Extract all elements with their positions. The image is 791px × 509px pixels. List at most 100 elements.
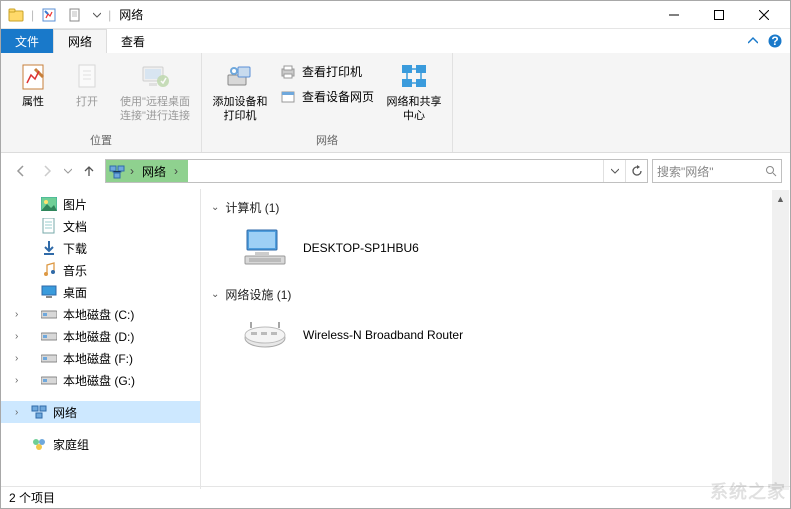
download-icon [41,240,57,256]
group-network-label: 网络 [316,130,338,150]
rdp-icon [139,61,171,93]
rdp-label: 使用"远程桌面连接"进行连接 [119,95,191,123]
chevron-right-icon[interactable]: › [15,375,27,386]
add-device-icon [224,61,256,93]
tree-item-pictures[interactable]: 图片 [1,193,200,215]
document-icon [41,218,57,234]
window-title: 网络 [119,6,143,23]
navigation-bar: › 网络 › 搜索"网络" [1,153,790,189]
open-button[interactable]: 打开 [63,57,111,113]
add-device-button[interactable]: 添加设备和打印机 [210,57,270,127]
device-page-icon [280,89,296,105]
title-bar: | | 网络 [1,1,790,29]
ribbon-body: 属性 打开 使用"远程桌面连接"进行连接 位置 添加设备和打印机 查看打印机 [1,53,790,153]
tree-item-documents[interactable]: 文档 [1,215,200,237]
group-infrastructure-label: 网络设施 (1) [225,286,291,303]
view-printers-button[interactable]: 查看打印机 [276,61,378,82]
group-computers-label: 计算机 (1) [225,199,279,216]
network-center-label: 网络和共享中心 [386,95,442,123]
refresh-button[interactable] [625,160,647,182]
tree-label: 网络 [53,404,77,421]
chevron-down-icon: ⌄ [211,202,219,213]
crumb-chevron-icon[interactable]: › [126,164,138,178]
drive-icon [41,328,57,344]
tree-label: 图片 [63,196,87,213]
svg-text:?: ? [771,34,778,48]
properties-qat-icon[interactable] [38,4,60,26]
rdp-button[interactable]: 使用"远程桌面连接"进行连接 [117,57,193,127]
search-input[interactable]: 搜索"网络" [652,159,782,183]
content-pane[interactable]: ⌄ 计算机 (1) DESKTOP-SP1HBU6 ⌄ 网络设施 (1) Wir… [201,189,790,489]
minimize-button[interactable] [651,1,696,29]
desktop-icon [41,284,57,300]
tree-item-drive-d[interactable]: › 本地磁盘 (D:) [1,325,200,347]
tree-item-music[interactable]: 音乐 [1,259,200,281]
recent-dropdown-button[interactable] [61,159,75,183]
chevron-right-icon[interactable]: › [15,407,27,418]
item-router-label: Wireless-N Broadband Router [303,328,463,342]
navigation-tree[interactable]: 图片 文档 下载 音乐 桌面 ›本地磁盘 (C:) ›本地磁盘 (D:) ›本地… [1,189,201,489]
chevron-right-icon[interactable]: › [15,331,27,342]
tab-network[interactable]: 网络 [53,29,107,53]
tree-label: 本地磁盘 (F:) [63,350,133,367]
network-center-icon [398,61,430,93]
item-computer[interactable]: DESKTOP-SP1HBU6 [211,224,780,282]
tree-item-network[interactable]: › 网络 [1,401,200,423]
tree-label: 家庭组 [53,436,89,453]
tab-view[interactable]: 查看 [107,29,159,53]
search-icon [765,165,777,177]
explorer-icon[interactable] [5,4,27,26]
main-area: 图片 文档 下载 音乐 桌面 ›本地磁盘 (C:) ›本地磁盘 (D:) ›本地… [1,189,790,489]
tab-file[interactable]: 文件 [1,29,53,53]
group-location-label: 位置 [90,130,112,150]
address-dropdown-button[interactable] [603,160,625,182]
collapse-ribbon-icon[interactable] [748,36,758,46]
search-placeholder: 搜索"网络" [657,163,761,180]
view-device-page-button[interactable]: 查看设备网页 [276,86,378,107]
tree-item-drive-c[interactable]: › 本地磁盘 (C:) [1,303,200,325]
tree-item-drive-f[interactable]: › 本地磁盘 (F:) [1,347,200,369]
tree-label: 本地磁盘 (C:) [63,306,134,323]
drive-icon [41,306,57,322]
network-center-button[interactable]: 网络和共享中心 [384,57,444,127]
tree-item-desktop[interactable]: 桌面 [1,281,200,303]
help-icon[interactable]: ? [768,34,782,48]
quick-access-toolbar: | | [5,4,111,26]
tree-item-homegroup[interactable]: 家庭组 [1,433,200,455]
homegroup-icon [31,436,47,452]
new-qat-icon[interactable] [64,4,86,26]
chevron-right-icon[interactable]: › [15,309,27,320]
qat-dropdown-icon[interactable] [90,4,104,26]
properties-icon [17,61,49,93]
maximize-button[interactable] [696,1,741,29]
tree-label: 文档 [63,218,87,235]
forward-button[interactable] [35,159,59,183]
tree-item-drive-g[interactable]: ›本地磁盘 (G:) [1,369,200,391]
group-computers[interactable]: ⌄ 计算机 (1) [211,195,780,224]
tree-label: 本地磁盘 (D:) [63,328,134,345]
open-label: 打开 [76,95,98,109]
status-item-count: 2 个项目 [9,489,55,506]
ribbon-group-network: 添加设备和打印机 查看打印机 查看设备网页 网络和共享中心 网络 [202,53,453,152]
open-icon [71,61,103,93]
group-infrastructure[interactable]: ⌄ 网络设施 (1) [211,282,780,311]
view-printers-label: 查看打印机 [302,63,362,80]
crumb-network[interactable]: 网络 [138,163,170,180]
item-router[interactable]: Wireless-N Broadband Router [211,311,780,369]
network-icon [31,404,47,420]
computer-icon [241,228,289,268]
tree-label: 下载 [63,240,87,257]
crumb-chevron-icon-2[interactable]: › [170,164,182,178]
address-bar[interactable]: › 网络 › [105,159,648,183]
tree-label: 音乐 [63,262,87,279]
back-button[interactable] [9,159,33,183]
printer-icon [280,64,296,80]
properties-button[interactable]: 属性 [9,57,57,113]
scrollbar[interactable]: ▲ [772,190,789,490]
chevron-right-icon[interactable]: › [15,353,27,364]
up-button[interactable] [77,159,101,183]
scroll-up-icon[interactable]: ▲ [772,190,789,207]
close-button[interactable] [741,1,786,29]
picture-icon [41,196,57,212]
tree-item-downloads[interactable]: 下载 [1,237,200,259]
